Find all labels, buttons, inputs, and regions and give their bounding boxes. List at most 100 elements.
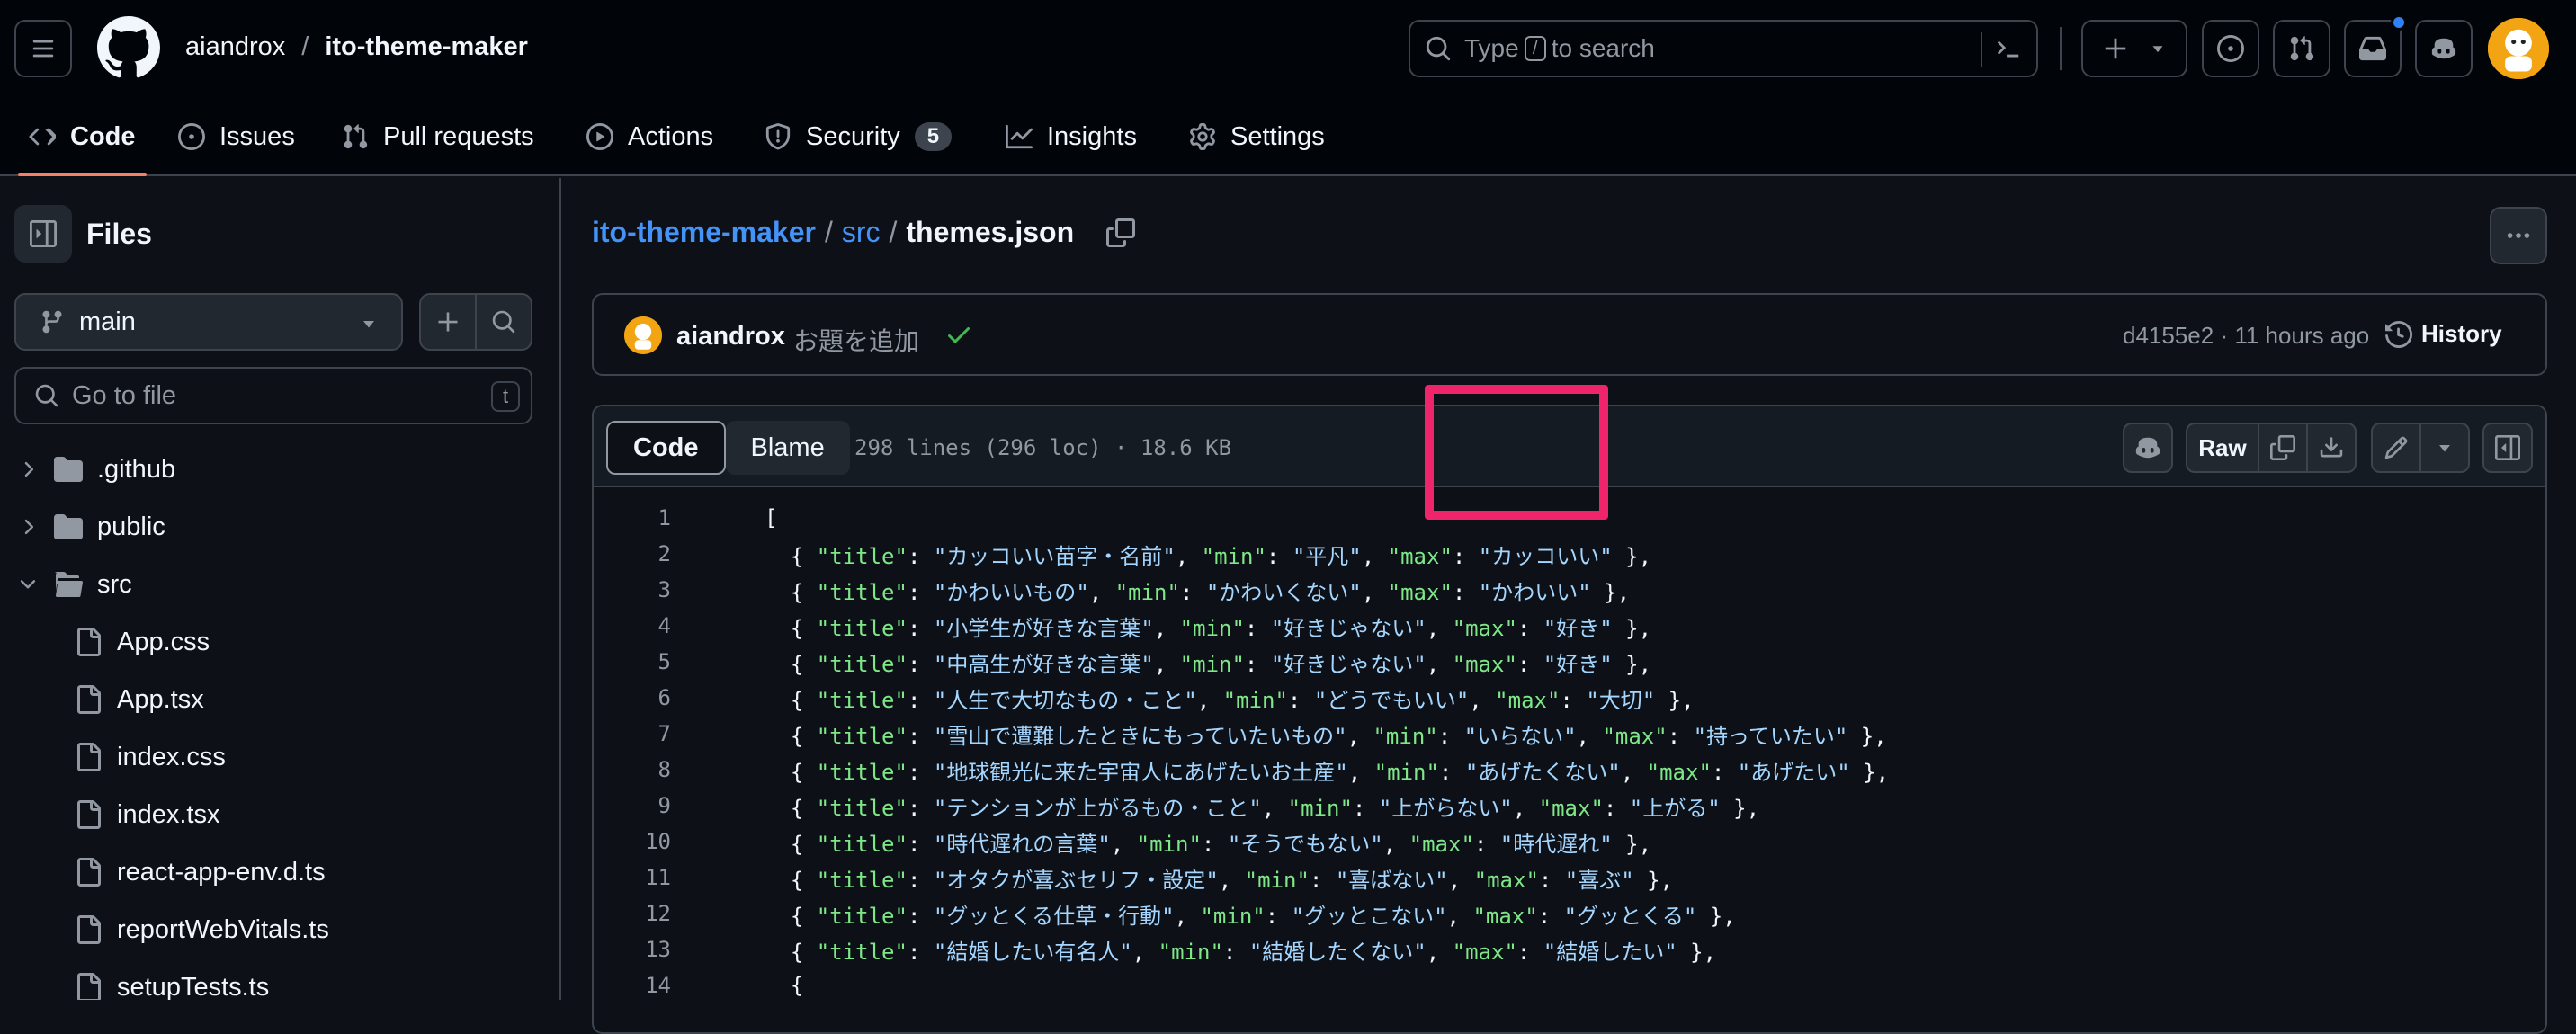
pull-requests-button[interactable] <box>2273 20 2330 77</box>
raw-button[interactable]: Raw <box>2186 423 2259 473</box>
go-to-file-input[interactable]: Go to file t <box>14 367 532 424</box>
tree-folder-public[interactable]: public <box>16 498 165 556</box>
history-button[interactable]: History <box>2385 320 2502 348</box>
check-icon[interactable] <box>944 320 973 349</box>
code-punctuation: : <box>907 831 934 857</box>
line-number[interactable]: 14 <box>645 973 671 998</box>
search-files-button[interactable] <box>477 295 531 349</box>
line-number[interactable]: 6 <box>658 685 671 710</box>
more-options-button[interactable] <box>2490 207 2547 264</box>
code-punctuation: }, <box>1677 939 1717 965</box>
tab-settings[interactable]: Settings <box>1189 97 1325 176</box>
command-palette-icon[interactable] <box>1995 36 2022 63</box>
code-punctuation: , <box>1426 615 1453 641</box>
search-input[interactable]: Type / to search <box>1409 20 2038 77</box>
copilot-button[interactable] <box>2415 20 2473 77</box>
commit-author[interactable]: aiandrox <box>676 322 785 352</box>
line-number[interactable]: 4 <box>658 613 671 638</box>
line-number[interactable]: 10 <box>645 829 671 854</box>
line-number[interactable]: 8 <box>658 757 671 782</box>
collapse-sidebar-button[interactable] <box>14 205 72 263</box>
line-number[interactable]: 5 <box>658 649 671 674</box>
ask-copilot-button[interactable] <box>2123 423 2173 473</box>
json-string-value: "オタクが喜ぶセリフ・設定" <box>933 867 1219 893</box>
code-punctuation: : <box>1222 939 1249 965</box>
json-string-value: "好きじゃない" <box>1270 615 1427 641</box>
line-number[interactable]: 12 <box>645 901 671 926</box>
tree-file-app-css[interactable]: App.css <box>74 613 210 671</box>
tree-file-index-css[interactable]: index.css <box>74 728 226 786</box>
tree-item-label: react-app-env.d.ts <box>117 857 326 887</box>
line-number[interactable]: 2 <box>658 541 671 566</box>
tree-file-react-app-env[interactable]: react-app-env.d.ts <box>74 843 326 901</box>
code-text: { "title": "テンションが上がるもの・こと", "min": "上がら… <box>765 790 1759 822</box>
edit-options-dropdown[interactable] <box>2419 423 2470 473</box>
create-new-button[interactable] <box>2081 20 2187 77</box>
tab-code-view[interactable]: Code <box>606 421 726 475</box>
copy-path-icon[interactable] <box>1106 218 1136 247</box>
user-avatar[interactable] <box>2488 18 2549 79</box>
commit-message[interactable]: お題を追加 <box>793 322 919 358</box>
tab-security[interactable]: Security 5 <box>765 97 953 176</box>
pull-request-icon <box>344 124 368 149</box>
json-min-value: かわいくない <box>1219 579 1349 605</box>
top-header: aiandrox / ito-theme-maker Type / to sea… <box>0 0 2576 176</box>
tab-insights[interactable]: Insights <box>1006 97 1137 176</box>
edit-file-button[interactable] <box>2371 423 2421 473</box>
line-number[interactable]: 7 <box>658 721 671 746</box>
tree-folder-github[interactable]: .github <box>16 441 175 498</box>
tree-file-app-tsx[interactable]: App.tsx <box>74 671 204 728</box>
line-number[interactable]: 11 <box>645 865 671 890</box>
code-punctuation: : <box>907 723 934 749</box>
tab-issues[interactable]: Issues <box>178 97 295 176</box>
tab-code[interactable]: Code <box>18 97 146 176</box>
json-string-value: "テンションが上がるもの・こと" <box>933 795 1262 821</box>
code-punctuation: }, <box>1696 903 1736 929</box>
tree-file-report-web-vitals[interactable]: reportWebVitals.ts <box>74 901 329 958</box>
json-key: "min" <box>1200 903 1266 929</box>
line-number[interactable]: 1 <box>658 505 671 530</box>
json-title-value: テンションが上がるもの・こと <box>946 795 1249 821</box>
file-icon <box>77 685 101 714</box>
code-punctuation: : <box>907 795 934 821</box>
branch-selector[interactable]: main <box>14 293 403 351</box>
symbols-panel-button[interactable] <box>2482 423 2533 473</box>
commit-sha[interactable]: d4155e2 <box>2123 322 2214 349</box>
line-number[interactable]: 3 <box>658 577 671 602</box>
code-punctuation: , <box>1469 687 1496 713</box>
add-file-button[interactable] <box>421 295 477 349</box>
json-string-value: "時代遅れの言葉" <box>933 831 1111 857</box>
tree-file-index-tsx[interactable]: index.tsx <box>74 786 219 843</box>
tab-actions[interactable]: Actions <box>586 97 713 176</box>
code-punctuation: , <box>1261 795 1288 821</box>
json-max-value: 喜ぶ <box>1578 867 1622 893</box>
inbox-button[interactable] <box>2344 14 2407 77</box>
owner-link[interactable]: aiandrox <box>185 32 285 62</box>
breadcrumb-dir-link[interactable]: src <box>842 216 881 249</box>
commit-author-avatar[interactable] <box>624 316 662 354</box>
folder-icon <box>54 457 83 482</box>
menu-button[interactable] <box>14 20 72 77</box>
tree-file-setup-tests[interactable]: setupTests.ts <box>74 958 269 1000</box>
code-line: 3 { "title": "かわいいもの", "min": "かわいくない", … <box>594 572 2545 608</box>
github-logo-icon[interactable] <box>97 16 160 79</box>
repo-link[interactable]: ito-theme-maker <box>325 32 528 62</box>
code-punctuation: : <box>907 903 934 929</box>
issues-button[interactable] <box>2202 20 2259 77</box>
line-number[interactable]: 13 <box>645 937 671 962</box>
copy-raw-button[interactable] <box>2258 423 2308 473</box>
download-raw-button[interactable] <box>2306 423 2357 473</box>
tab-pull-requests[interactable]: Pull requests <box>342 97 534 176</box>
json-key: "min" <box>1373 759 1439 785</box>
code-punctuation: : <box>1452 579 1479 605</box>
line-number[interactable]: 9 <box>658 793 671 818</box>
json-max-value: あげたい <box>1750 759 1838 785</box>
code-punctuation: : <box>907 651 934 677</box>
json-title-value: 地球観光に来た宇宙人にあげたいお土産 <box>946 759 1336 785</box>
tree-item-label: App.tsx <box>117 684 204 714</box>
tree-folder-src[interactable]: src <box>16 556 132 613</box>
breadcrumb-repo-link[interactable]: ito-theme-maker <box>592 216 816 249</box>
tab-blame-view[interactable]: Blame <box>725 421 850 475</box>
go-to-file-placeholder: Go to file <box>72 380 177 410</box>
code-text: { "title": "グッとくる仕草・行動", "min": "グッとこない"… <box>765 898 1736 930</box>
